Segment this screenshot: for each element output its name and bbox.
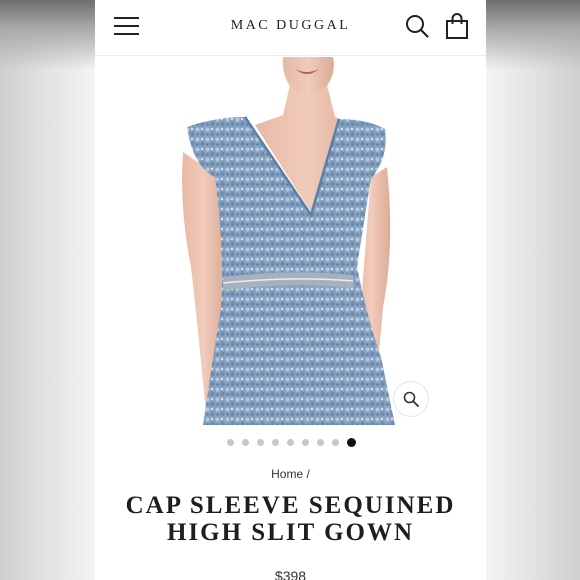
search-icon	[406, 15, 429, 38]
breadcrumb-home-link[interactable]: Home	[271, 467, 303, 481]
gallery-dot-5[interactable]	[287, 438, 294, 446]
cart-button[interactable]	[445, 13, 469, 39]
gallery-dot-4[interactable]	[272, 438, 279, 446]
magnifier-zoom-icon	[403, 391, 419, 407]
product-title-line-2: HIGH SLIT GOWN	[166, 519, 415, 546]
gallery-dot-9-active[interactable]	[347, 437, 356, 447]
product-title: CAP SLEEVE SEQUINED HIGH SLIT GOWN	[115, 492, 466, 546]
product-title-line-1: CAP SLEEVE SEQUINED	[125, 492, 456, 519]
gallery-dot-3[interactable]	[257, 438, 264, 446]
product-page: MAC DUGGAL Home / CAP SLEEVE SEQUINED HI…	[95, 0, 486, 580]
gallery-dot-7[interactable]	[317, 438, 324, 446]
breadcrumb: Home /	[95, 467, 486, 481]
gallery-dot-2[interactable]	[242, 438, 249, 446]
product-image	[95, 57, 486, 425]
gallery-pagination	[95, 436, 486, 448]
site-header: MAC DUGGAL	[95, 0, 486, 56]
gallery-dot-6[interactable]	[302, 438, 309, 446]
product-image-gallery[interactable]	[95, 57, 486, 425]
search-button[interactable]	[405, 14, 429, 38]
gallery-dot-1[interactable]	[227, 438, 234, 446]
product-price: $398	[274, 568, 307, 580]
breadcrumb-separator: /	[306, 467, 310, 481]
gallery-dot-8[interactable]	[332, 438, 339, 446]
zoom-button[interactable]	[394, 382, 428, 416]
shopping-bag-icon	[446, 13, 468, 39]
